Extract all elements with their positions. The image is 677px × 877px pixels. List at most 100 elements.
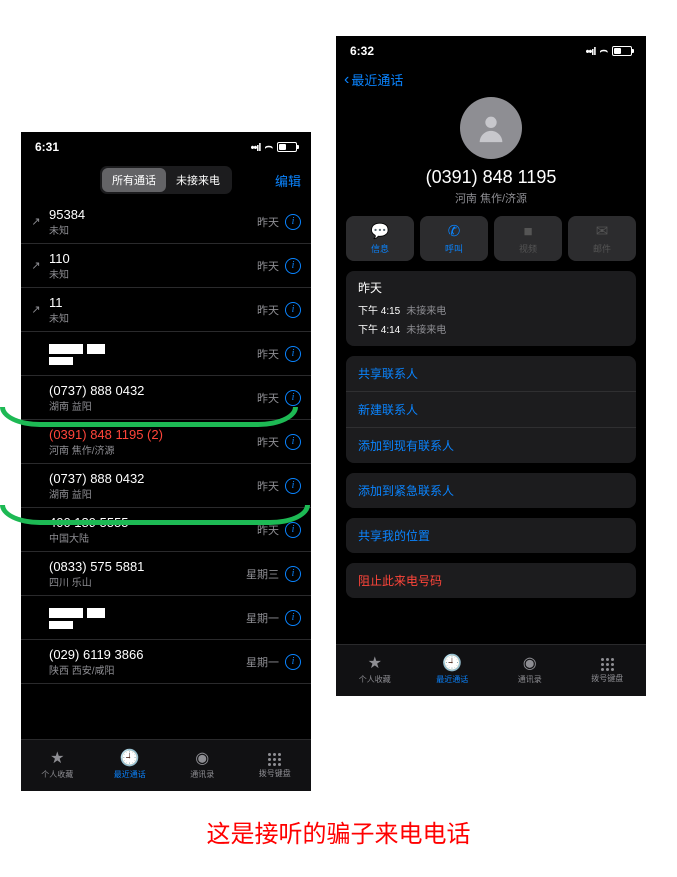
call-title: (0737) 888 0432 <box>49 383 257 398</box>
call-row[interactable]: 400 189 5555中国大陆昨天i <box>21 508 311 552</box>
call-time: 昨天 <box>257 346 279 362</box>
history-row: 下午 4:15 未接来电 <box>346 300 636 319</box>
call-list[interactable]: ↗95384未知昨天i↗110未知昨天i↗11未知昨天i 昨天i(0737) 8… <box>21 200 311 684</box>
info-button[interactable]: i <box>285 522 301 538</box>
info-button[interactable]: i <box>285 214 301 230</box>
call-row[interactable]: ↗110未知昨天i <box>21 244 311 288</box>
caption: 这是接听的骗子来电电话 <box>0 814 677 849</box>
tab-favorites[interactable]: ★ 个人收藏 <box>21 740 94 791</box>
block-caller[interactable]: 阻止此来电号码 <box>346 563 636 598</box>
call-row[interactable]: (0833) 575 5881四川 乐山星期三 i <box>21 552 311 596</box>
call-sub: 河南 焦作/济源 <box>49 442 257 457</box>
call-title <box>49 341 257 356</box>
star-icon: ★ <box>368 656 382 672</box>
mail-icon: ✉ <box>568 224 636 239</box>
call-button[interactable]: ✆ 呼叫 <box>420 216 488 261</box>
keypad-icon <box>601 658 614 671</box>
back-label: 最近通话 <box>351 70 403 89</box>
action-label: 视频 <box>494 242 562 255</box>
wifi-icon <box>599 43 608 59</box>
status-icons <box>251 139 297 155</box>
info-button[interactable]: i <box>285 610 301 626</box>
call-sub: 中国大陆 <box>49 530 257 545</box>
call-row[interactable]: 昨天 i <box>21 332 311 376</box>
contact-name: (0391) 848 1195 <box>336 167 646 188</box>
back-button[interactable]: ‹ 最近通话 <box>336 66 646 93</box>
call-sub: 湖南 益阳 <box>49 398 257 413</box>
action-row: 💬 信息 ✆ 呼叫 ■ 视频 ✉ 邮件 <box>336 216 646 271</box>
video-button: ■ 视频 <box>494 216 562 261</box>
create-contact[interactable]: 新建联系人 <box>346 392 636 428</box>
tab-contacts[interactable]: ◉ 通讯录 <box>491 645 569 696</box>
tab-recents[interactable]: 🕘 最近通话 <box>94 740 167 791</box>
call-sub: 四川 乐山 <box>49 574 246 589</box>
tab-keypad[interactable]: 拨号键盘 <box>239 740 312 791</box>
call-main: 110未知 <box>49 251 257 281</box>
call-main: 95384未知 <box>49 207 257 237</box>
recents-screen: 6:31 所有通话 未接来电 编辑 ↗95384未知昨天i↗110未知昨天i↗1… <box>21 132 311 791</box>
call-title: 110 <box>49 251 257 266</box>
tab-label: 个人收藏 <box>359 674 391 685</box>
share-location[interactable]: 共享我的位置 <box>346 518 636 553</box>
tab-label: 最近通话 <box>436 674 468 685</box>
call-title: (0833) 575 5881 <box>49 559 246 574</box>
segmented-control[interactable]: 所有通话 未接来电 <box>100 166 232 194</box>
share-contact[interactable]: 共享联系人 <box>346 356 636 392</box>
info-button[interactable]: i <box>285 390 301 406</box>
call-row[interactable]: ↗95384未知昨天i <box>21 200 311 244</box>
call-sub <box>49 356 257 367</box>
call-time: 昨天 <box>257 434 279 450</box>
history-label: 未接来电 <box>406 306 446 317</box>
history-time: 下午 4:14 <box>358 325 400 336</box>
contact-actions-section: 共享联系人 新建联系人 添加到现有联系人 <box>346 356 636 463</box>
history-day: 昨天 <box>346 271 636 300</box>
action-label: 信息 <box>346 242 414 255</box>
call-main: (0833) 575 5881四川 乐山 <box>49 559 246 589</box>
action-label: 呼叫 <box>420 242 488 255</box>
seg-missed-calls[interactable]: 未接来电 <box>166 168 230 192</box>
add-emergency-contact[interactable]: 添加到紧急联系人 <box>346 473 636 508</box>
outgoing-call-icon: ↗ <box>27 259 45 272</box>
call-row[interactable]: (0391) 848 1195 (2)河南 焦作/济源昨天 i <box>21 420 311 464</box>
tab-recents[interactable]: 🕘 最近通话 <box>414 645 492 696</box>
info-button[interactable]: i <box>285 566 301 582</box>
call-time: 星期一 <box>246 654 279 670</box>
message-button[interactable]: 💬 信息 <box>346 216 414 261</box>
tab-contacts[interactable]: ◉ 通讯录 <box>166 740 239 791</box>
keypad-icon <box>268 753 281 766</box>
info-button[interactable]: i <box>285 302 301 318</box>
seg-all-calls[interactable]: 所有通话 <box>102 168 166 192</box>
status-bar: 6:32 <box>336 36 646 66</box>
add-to-existing-contact[interactable]: 添加到现有联系人 <box>346 428 636 463</box>
tab-label: 通讯录 <box>190 769 214 780</box>
status-bar: 6:31 <box>21 132 311 162</box>
call-main: (0391) 848 1195 (2)河南 焦作/济源 <box>49 427 257 457</box>
call-row[interactable]: (029) 6119 3866陕西 西安/咸阳星期一i <box>21 640 311 684</box>
tab-label: 最近通话 <box>114 769 146 780</box>
info-button[interactable]: i <box>285 346 301 362</box>
person-silhouette-icon <box>474 111 508 145</box>
history-label: 未接来电 <box>406 325 446 336</box>
call-row[interactable]: 星期一i <box>21 596 311 640</box>
call-main: (0737) 888 0432湖南 益阳 <box>49 383 257 413</box>
call-row[interactable]: ↗11未知昨天i <box>21 288 311 332</box>
call-main: (0737) 888 0432湖南 益阳 <box>49 471 257 501</box>
history-time: 下午 4:15 <box>358 306 400 317</box>
call-row[interactable]: (0737) 888 0432湖南 益阳昨天i <box>21 464 311 508</box>
tab-keypad[interactable]: 拨号键盘 <box>569 645 647 696</box>
call-sub: 湖南 益阳 <box>49 486 257 501</box>
recents-header: 所有通话 未接来电 编辑 <box>21 162 311 200</box>
tab-bar: ★ 个人收藏 🕘 最近通话 ◉ 通讯录 拨号键盘 <box>21 739 311 791</box>
tab-label: 个人收藏 <box>41 769 73 780</box>
call-time: 昨天 <box>257 390 279 406</box>
tab-favorites[interactable]: ★ 个人收藏 <box>336 645 414 696</box>
call-row[interactable]: (0737) 888 0432湖南 益阳昨天 i <box>21 376 311 420</box>
outgoing-call-icon: ↗ <box>27 215 45 228</box>
edit-button[interactable]: 编辑 <box>275 171 301 190</box>
info-button[interactable]: i <box>285 258 301 274</box>
info-button[interactable]: i <box>285 434 301 450</box>
call-time: 星期三 <box>246 566 279 582</box>
info-button[interactable]: i <box>285 478 301 494</box>
status-time: 6:32 <box>350 44 374 58</box>
info-button[interactable]: i <box>285 654 301 670</box>
